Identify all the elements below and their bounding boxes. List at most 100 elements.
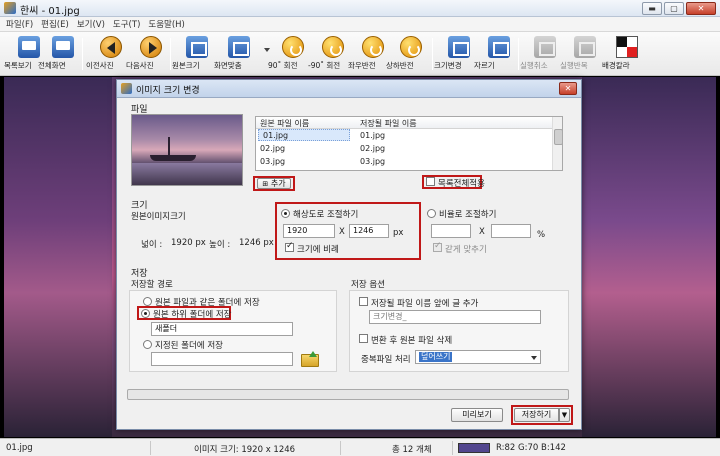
previous-icon (100, 36, 122, 58)
next-icon (140, 36, 162, 58)
table-row[interactable]: 03.jpg 03.jpg (256, 155, 562, 168)
save-path-label: 저장할 경로 (131, 280, 173, 290)
prefix-checkbox[interactable] (359, 297, 368, 306)
res-height-input[interactable]: 1246 (349, 224, 389, 238)
minimize-icon[interactable]: ▬ (642, 2, 662, 15)
same-ratio-checkbox[interactable] (433, 241, 442, 252)
header-original-name[interactable]: 원본 파일 이름 (260, 118, 309, 129)
apply-all-checkbox[interactable] (426, 177, 435, 186)
next-photo-button[interactable]: 다음사진 (126, 34, 176, 74)
ratio-width-input[interactable] (431, 224, 471, 238)
rotate-cw-icon (282, 36, 304, 58)
crop-icon (488, 36, 510, 58)
photo-left-visible (4, 77, 112, 437)
menu-file[interactable]: 파일(F) (6, 18, 33, 30)
dialog-app-icon (121, 83, 132, 94)
file-list[interactable]: 원본 파일 이름 저장될 파일 이름 01.jpg 01.jpg 02.jpg … (255, 116, 563, 171)
header-saved-name[interactable]: 저장될 파일 이름 (360, 118, 417, 129)
rotate-ccw-icon (322, 36, 344, 58)
save-options-label: 저장 옵션 (351, 280, 385, 290)
crop-button[interactable]: 자르기 (474, 34, 524, 74)
flip-vertical-icon (400, 36, 422, 58)
undo-icon (534, 36, 556, 58)
table-row[interactable]: 02.jpg 02.jpg (256, 142, 562, 155)
subfolder-name-input[interactable]: 새폴더 (151, 322, 293, 336)
dialog-title: 이미지 크기 변경 (136, 86, 200, 96)
window-controls: ▬ ▢ ✕ (642, 2, 716, 15)
same-ratio-label: 같게 맞추기 (445, 245, 487, 255)
duplicate-label: 중복파일 처리 (361, 355, 411, 365)
custom-folder-input[interactable] (151, 352, 293, 366)
res-width-input[interactable]: 1920 (283, 224, 335, 238)
fullscreen-button[interactable]: 전체화면 (38, 34, 88, 74)
chevron-down-icon: ▼ (561, 411, 568, 419)
close-icon[interactable]: ✕ (686, 2, 716, 15)
prefix-label: 저장될 파일 이름 앞에 글 추가 (371, 299, 479, 309)
menu-edit[interactable]: 편집(E) (41, 18, 69, 30)
toolbar-separator (82, 38, 83, 70)
add-button[interactable]: ⊞ 추가 (257, 178, 291, 189)
subfolder-radio[interactable] (141, 309, 150, 318)
color-swatch (458, 443, 490, 453)
preview-button[interactable]: 미리보기 (451, 408, 503, 422)
menu-bar: 파일(F) 편집(E) 보기(V) 도구(T) 도움말(H) (0, 17, 720, 32)
background-color-button[interactable]: 배경칼라 (602, 34, 652, 74)
background-color-icon (616, 36, 638, 58)
ratio-height-input[interactable] (491, 224, 531, 238)
maximize-icon[interactable]: ▢ (664, 2, 684, 15)
flip-vertical-button[interactable]: 상하반전 (386, 34, 436, 74)
menu-help[interactable]: 도움말(H) (148, 18, 184, 30)
window-title: 한씨 - 01.jpg (20, 6, 80, 17)
by-resolution-radio[interactable] (281, 209, 290, 218)
apply-all-label: 목록전체적용 (438, 179, 485, 189)
table-row[interactable]: 01.jpg 01.jpg (256, 129, 562, 142)
progress-bar (127, 389, 569, 400)
subfolder-label: 원본 하위 폴더에 저장 (153, 310, 232, 320)
percent-unit: % (537, 230, 546, 240)
duplicate-select-value: 덮어쓰기 (419, 352, 453, 362)
same-folder-radio[interactable] (143, 297, 152, 306)
original-size-icon (186, 36, 208, 58)
status-bar: 01.jpg 이미지 크기: 1920 x 1246 총 12 개체 R:82 … (0, 438, 720, 456)
toolbar-separator (432, 38, 433, 70)
title-bar: 한씨 - 01.jpg ▬ ▢ ✕ (0, 0, 720, 17)
by-ratio-label: 비율로 조절하기 (439, 210, 497, 220)
plus-icon: ⊞ (262, 180, 269, 188)
fullscreen-icon (52, 36, 74, 58)
by-ratio-radio[interactable] (427, 209, 436, 218)
save-dropdown-button[interactable]: ▼ (559, 408, 570, 422)
save-button[interactable]: 저장하기 (514, 408, 559, 422)
status-count: 총 12 개체 (392, 445, 432, 455)
app-icon (4, 2, 16, 14)
fit-screen-icon (228, 36, 250, 58)
height-label: 높이 : (209, 240, 231, 250)
dialog-title-bar: 이미지 크기 변경 ✕ (117, 80, 581, 98)
list-view-icon (18, 36, 40, 58)
fit-screen-button[interactable]: 화면맞춤 (214, 34, 264, 74)
status-filename: 01.jpg (6, 443, 33, 453)
res-px-unit: px (393, 228, 404, 238)
keep-ratio-checkbox[interactable] (285, 241, 294, 252)
prefix-input[interactable]: 크기변경_ (369, 310, 541, 324)
delete-original-label: 변환 후 원본 파일 삭제 (371, 336, 453, 346)
width-value: 1920 px (171, 238, 206, 248)
file-list-scrollbar[interactable] (552, 117, 563, 170)
toolbar: 목록보기 전체화면 이전사진 다음사진 원본크기 화면맞춤 90˚ 회전 -90… (0, 32, 720, 76)
browse-folder-icon[interactable] (301, 351, 319, 367)
dialog-close-icon[interactable]: ✕ (559, 82, 577, 95)
original-size-label: 원본이미지크기 (131, 212, 186, 222)
by-resolution-label: 해상도로 조절하기 (293, 210, 359, 220)
status-image-size: 이미지 크기: 1920 x 1246 (194, 445, 296, 455)
res-x-symbol: X (339, 227, 345, 237)
height-value: 1246 px (239, 238, 274, 248)
menu-view[interactable]: 보기(V) (77, 18, 105, 30)
keep-ratio-label: 크기에 비례 (297, 245, 339, 255)
flip-horizontal-icon (362, 36, 384, 58)
toolbar-separator (170, 38, 171, 70)
custom-folder-radio[interactable] (143, 340, 152, 349)
delete-original-checkbox[interactable] (359, 334, 368, 343)
menu-tools[interactable]: 도구(T) (113, 18, 140, 30)
duplicate-select[interactable]: 덮어쓰기 (415, 350, 541, 364)
toolbar-separator (518, 38, 519, 70)
file-list-header: 원본 파일 이름 저장될 파일 이름 (256, 117, 562, 129)
